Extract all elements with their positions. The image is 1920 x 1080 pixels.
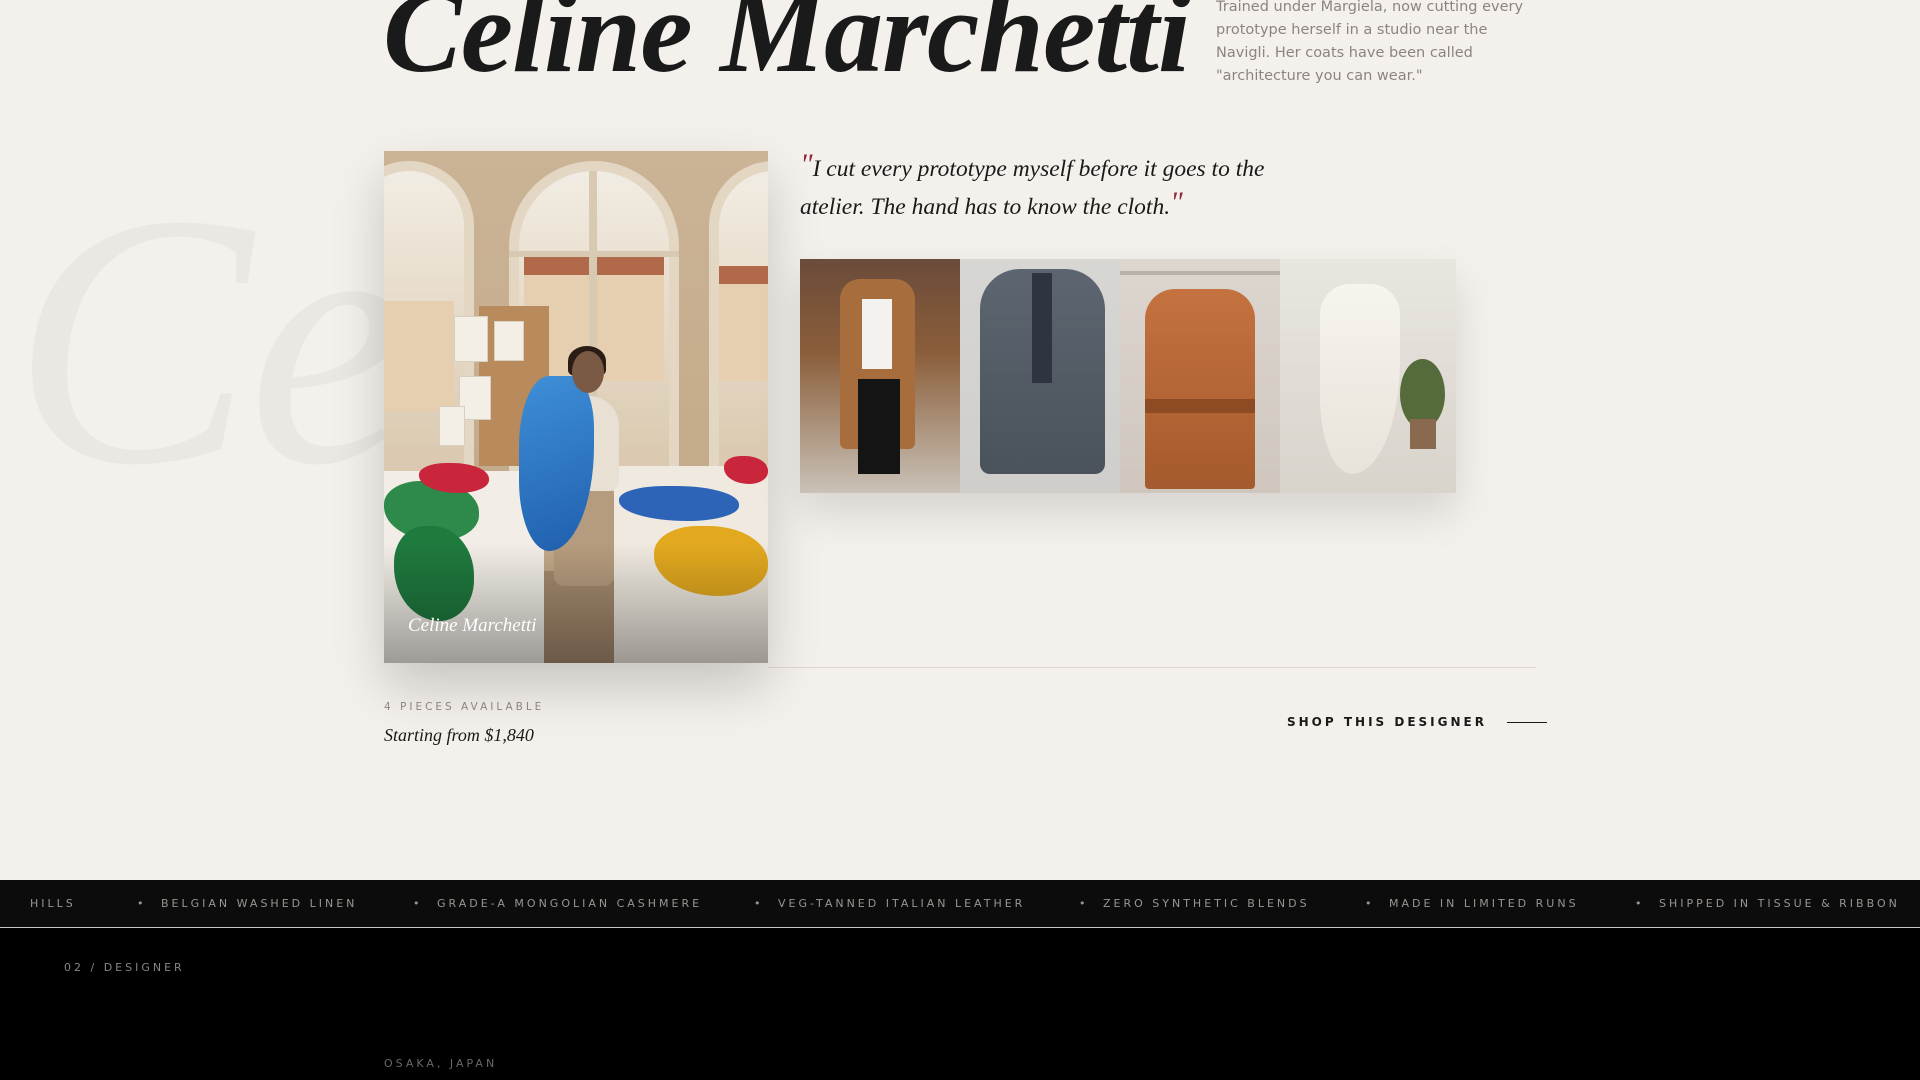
pieces-available: 4 PIECES AVAILABLE [384, 701, 545, 713]
designer-location: OSAKA, JAPAN [384, 1057, 498, 1070]
quote-text: I cut every prototype myself before it g… [800, 156, 1265, 220]
marquee-separator: • [754, 897, 761, 910]
marquee-item: HILLS [30, 897, 76, 910]
designer-quote: "I cut every prototype myself before it … [800, 150, 1320, 226]
designer-portrait: Celine Marchetti [384, 151, 768, 663]
shop-designer-link[interactable]: SHOP THIS DESIGNER [1287, 715, 1547, 729]
marquee-separator: • [413, 897, 420, 910]
starting-price: Starting from $1,840 [384, 725, 534, 745]
product-gallery [800, 259, 1456, 493]
arrow-line-icon [1506, 721, 1547, 723]
next-designer-section: 02 / DESIGNER OSAKA, JAPAN [0, 928, 1920, 1080]
gallery-image-camel-coat[interactable] [800, 259, 960, 493]
gallery-image-slip-dress[interactable] [1280, 259, 1456, 493]
shop-designer-label: SHOP THIS DESIGNER [1287, 715, 1487, 729]
marquee-separator: • [137, 897, 144, 910]
marquee-separator: • [1365, 897, 1372, 910]
quote-close-mark: " [1170, 186, 1183, 219]
marquee-item: MADE IN LIMITED RUNS [1389, 897, 1579, 910]
portrait-caption: Celine Marchetti [408, 615, 537, 636]
materials-marquee: HILLS • BELGIAN WASHED LINEN • GRADE-A M… [0, 880, 1920, 928]
marquee-separator: • [1635, 897, 1642, 910]
marquee-item: VEG-TANNED ITALIAN LEATHER [778, 897, 1026, 910]
marquee-item: ZERO SYNTHETIC BLENDS [1103, 897, 1310, 910]
marquee-item: SHIPPED IN TISSUE & RIBBON [1659, 897, 1900, 910]
section-divider [768, 667, 1536, 668]
gallery-image-trench-coat[interactable] [1120, 259, 1280, 493]
gallery-image-grey-blazer[interactable] [960, 259, 1120, 493]
section-label: 02 / DESIGNER [64, 961, 185, 974]
designer-name: Celine Marchetti [383, 0, 1191, 97]
marquee-item: GRADE-A MONGOLIAN CASHMERE [437, 897, 703, 910]
marquee-separator: • [1079, 897, 1086, 910]
quote-open-mark: " [800, 148, 813, 181]
marquee-item: BELGIAN WASHED LINEN [161, 897, 358, 910]
designer-bio: Trained under Margiela, now cutting ever… [1216, 0, 1524, 84]
